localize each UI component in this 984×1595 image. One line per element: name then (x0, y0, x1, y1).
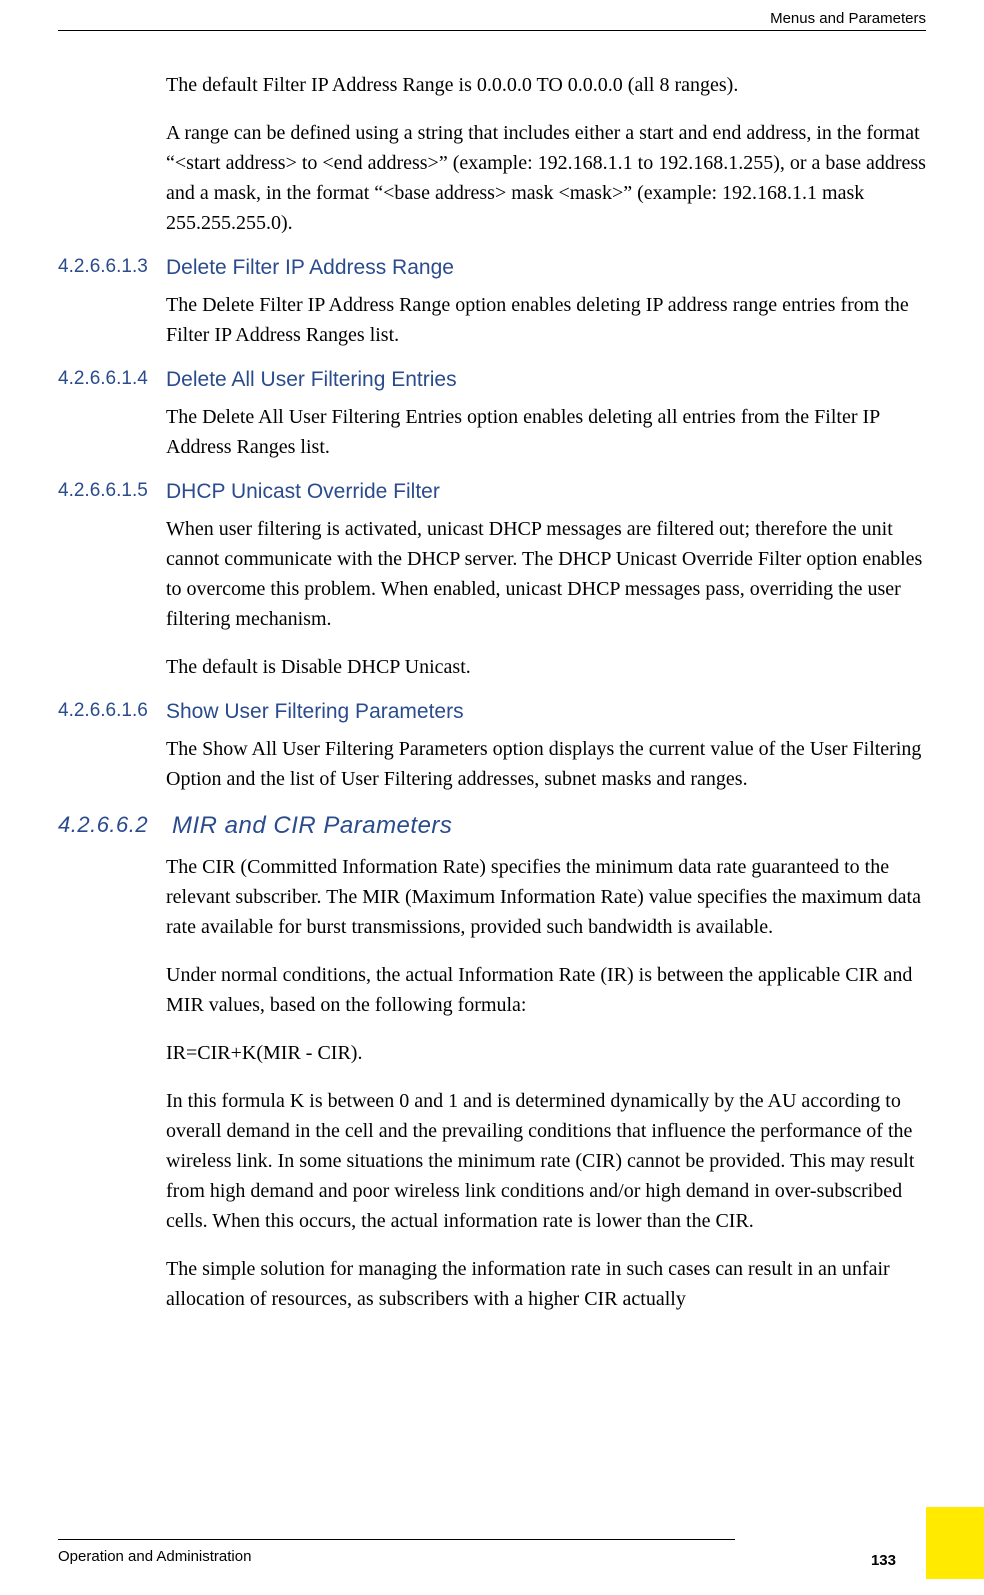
page-content: The default Filter IP Address Range is 0… (58, 70, 926, 1332)
body-paragraph: The default Filter IP Address Range is 0… (166, 70, 926, 100)
footer-rule (58, 1539, 735, 1540)
page-footer: Operation and Administration 133 (58, 1539, 926, 1565)
section-heading: 4.2.6.6.1.3 Delete Filter IP Address Ran… (58, 256, 926, 280)
body-paragraph: Under normal conditions, the actual Info… (166, 960, 926, 1020)
section-title: Delete Filter IP Address Range (166, 256, 454, 280)
section-number: 4.2.6.6.1.6 (58, 700, 166, 724)
section-number: 4.2.6.6.1.4 (58, 368, 166, 392)
header-section-label: Menus and Parameters (770, 10, 926, 27)
body-paragraph: The Delete Filter IP Address Range optio… (166, 290, 926, 350)
section-title: Delete All User Filtering Entries (166, 368, 457, 392)
body-paragraph: A range can be defined using a string th… (166, 118, 926, 238)
footer-chapter-label: Operation and Administration (58, 1548, 926, 1565)
section-heading: 4.2.6.6.1.5 DHCP Unicast Override Filter (58, 480, 926, 504)
body-paragraph: The default is Disable DHCP Unicast. (166, 652, 926, 682)
body-paragraph: In this formula K is between 0 and 1 and… (166, 1086, 926, 1236)
header-rule (58, 30, 926, 31)
section-title: MIR and CIR Parameters (172, 812, 452, 840)
body-paragraph: The CIR (Committed Information Rate) spe… (166, 852, 926, 942)
section-title: DHCP Unicast Override Filter (166, 480, 440, 504)
section-heading: 4.2.6.6.1.4 Delete All User Filtering En… (58, 368, 926, 392)
body-paragraph: The simple solution for managing the inf… (166, 1254, 926, 1314)
body-paragraph: IR=CIR+K(MIR - CIR). (166, 1038, 926, 1068)
section-number: 4.2.6.6.1.3 (58, 256, 166, 280)
body-paragraph: The Show All User Filtering Parameters o… (166, 734, 926, 794)
body-paragraph: The Delete All User Filtering Entries op… (166, 402, 926, 462)
body-paragraph: When user filtering is activated, unicas… (166, 514, 926, 634)
section-heading-major: 4.2.6.6.2 MIR and CIR Parameters (58, 812, 926, 840)
section-number: 4.2.6.6.1.5 (58, 480, 166, 504)
section-title: Show User Filtering Parameters (166, 700, 464, 724)
section-number: 4.2.6.6.2 (58, 812, 172, 840)
section-heading: 4.2.6.6.1.6 Show User Filtering Paramete… (58, 700, 926, 724)
page-number: 133 (871, 1552, 896, 1569)
page-edge-tab (926, 1507, 984, 1579)
